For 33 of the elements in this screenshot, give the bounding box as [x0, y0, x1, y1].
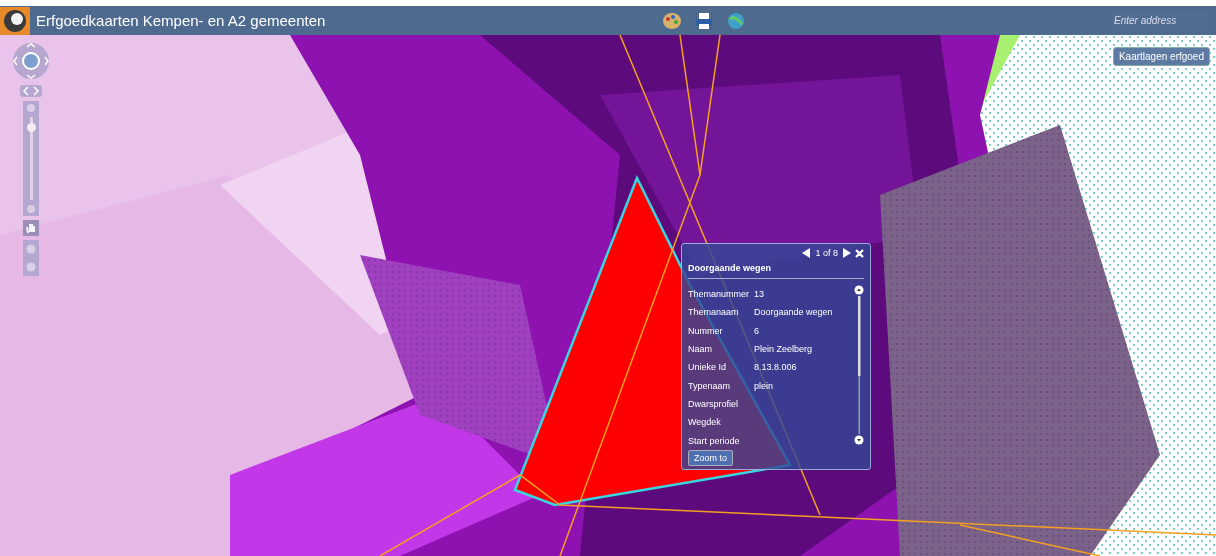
zoom-slider-thumb[interactable]	[26, 122, 36, 132]
previous-icon[interactable]	[802, 248, 812, 258]
tool-buttons-icon[interactable]	[23, 240, 39, 276]
field-label: Themanaam	[688, 307, 740, 318]
next-icon[interactable]	[842, 248, 851, 258]
field-label: Unieke Id	[688, 362, 728, 373]
field-label: Dwarsprofiel	[688, 398, 739, 409]
pan-control-icon[interactable]	[11, 41, 51, 81]
page-counter: 1 of 8	[815, 248, 838, 258]
field-value: plein	[754, 380, 773, 391]
field-label: Typenaam	[688, 380, 732, 391]
popup-title: Doorgaande wegen	[688, 258, 864, 279]
palette-icon[interactable]	[662, 10, 682, 31]
logo-icon	[0, 6, 30, 35]
field-value: 13	[754, 289, 764, 300]
scrollbar-icon[interactable]	[854, 285, 864, 445]
field-label: Wegdek	[688, 417, 722, 428]
globe-icon[interactable]	[726, 10, 746, 31]
app-title: Erfgoedkaarten Kempen- en A2 gemeenten	[36, 12, 327, 29]
zoom-to-button[interactable]: Zoom to	[688, 449, 733, 466]
history-arrows-icon[interactable]	[20, 85, 42, 97]
close-icon[interactable]	[855, 248, 864, 258]
field-label: Themanummer	[688, 289, 751, 300]
field-value: 6	[754, 325, 759, 336]
field-value: Plein Zeelberg	[754, 344, 813, 355]
field-label: Naam	[688, 344, 713, 355]
printer-icon[interactable]	[694, 10, 714, 31]
map-layers-button[interactable]: Kaartlagen erfgoed	[1112, 47, 1210, 66]
field-label: Nummer	[688, 325, 724, 336]
zoom-slider[interactable]	[23, 101, 39, 216]
field-value: Doorgaande wegen	[754, 307, 833, 318]
field-value: 8.13.8.006	[754, 362, 797, 373]
field-label: Start periode	[688, 435, 741, 446]
